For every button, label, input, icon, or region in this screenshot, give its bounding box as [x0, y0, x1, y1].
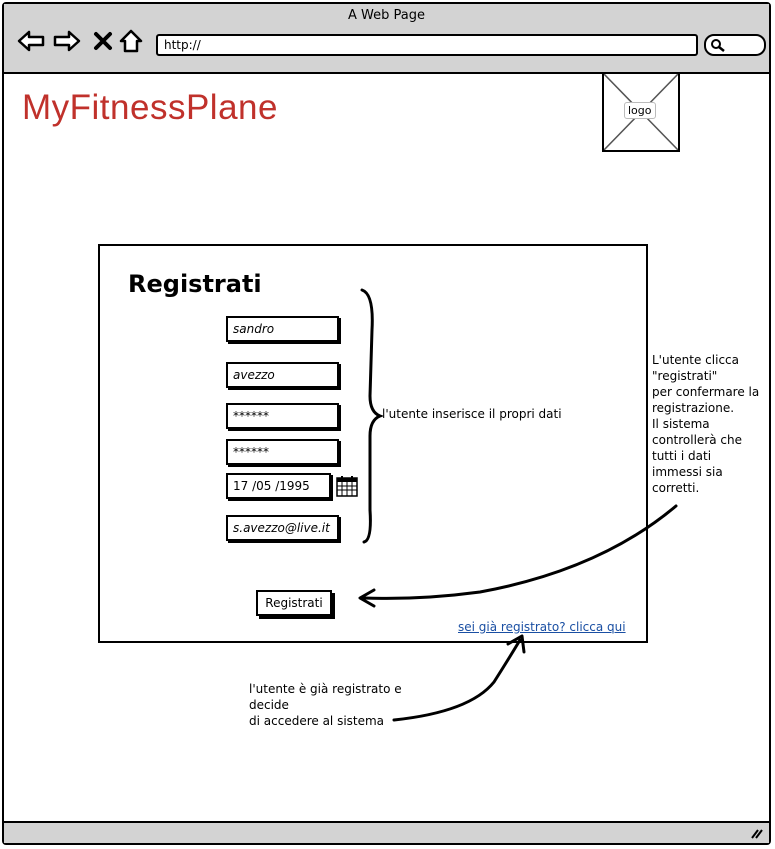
- submit-arrow: [362, 504, 678, 600]
- curly-brace: [360, 288, 385, 544]
- annotation-arrows: [358, 288, 678, 722]
- login-arrow: [392, 638, 522, 722]
